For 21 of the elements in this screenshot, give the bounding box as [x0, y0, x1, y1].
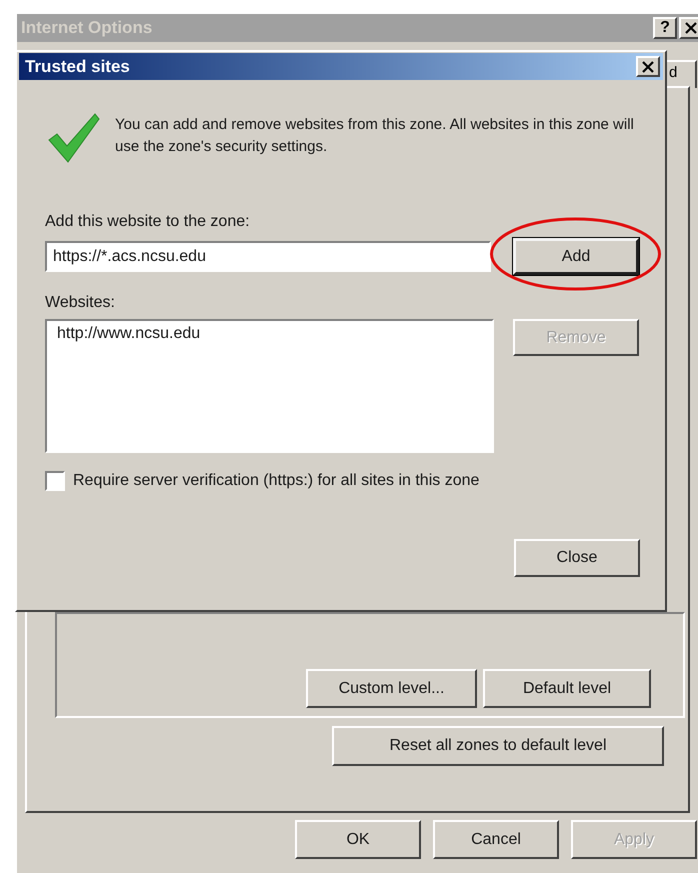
reset-button[interactable]: Reset all zones to default level: [332, 726, 664, 766]
close-icon: [642, 60, 654, 72]
url-input-field[interactable]: https://*.acs.ncsu.edu: [45, 241, 491, 272]
checkbox[interactable]: [45, 471, 65, 491]
info-text: You can add and remove websites from this zone. All websites in this zone will use the zone's security settings.: [115, 115, 635, 157]
tab[interactable]: d: [667, 60, 697, 88]
website-item[interactable]: http://www.ncsu.edu: [55, 323, 202, 345]
add-button[interactable]: Add: [513, 238, 639, 275]
dialog-title: Trusted sites: [25, 56, 131, 78]
zone-level-button[interactable]: Default level: [483, 669, 651, 708]
close-icon: [685, 22, 697, 34]
checkbox-label: Require server verification (https:) for all sites in this zone: [73, 471, 480, 491]
close-button[interactable]: [636, 56, 660, 77]
help-button[interactable]: ?: [653, 17, 677, 39]
footer-button[interactable]: OK: [295, 820, 421, 859]
field-label: Websites:: [45, 293, 116, 313]
zone-level-button[interactable]: Custom level...: [306, 669, 477, 708]
field-label: Add this website to the zone:: [45, 212, 251, 232]
footer-button[interactable]: Cancel: [433, 820, 559, 859]
close-dialog-button[interactable]: Close: [514, 539, 640, 577]
close-button[interactable]: [679, 17, 698, 39]
